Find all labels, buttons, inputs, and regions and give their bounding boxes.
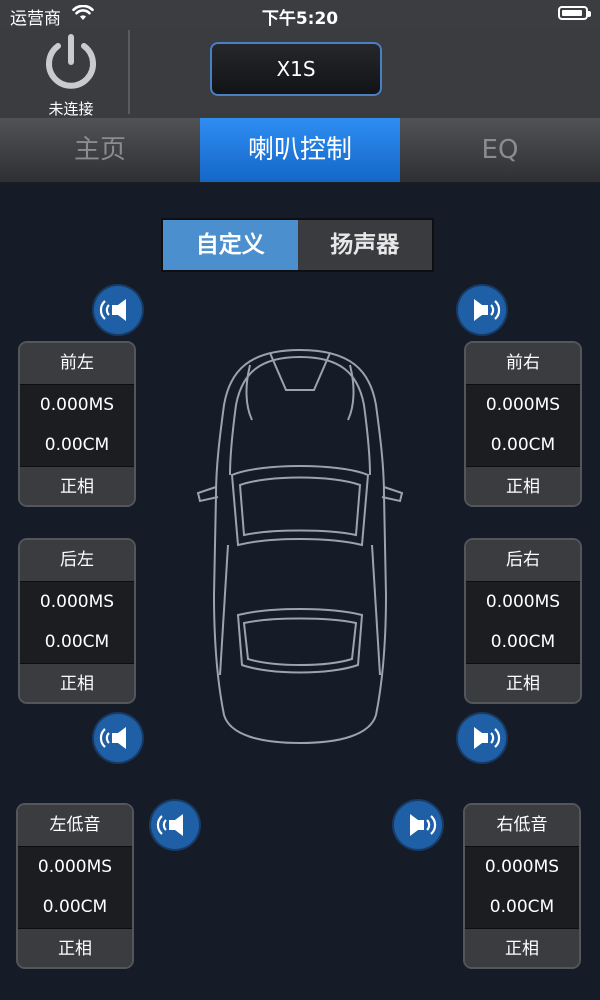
segment-speaker[interactable]: 扬声器 <box>297 220 432 270</box>
delay-value[interactable]: 0.000MS <box>20 581 134 622</box>
tab-home[interactable]: 主页 <box>0 118 200 182</box>
tab-eq[interactable]: EQ <box>400 118 600 182</box>
delay-value[interactable]: 0.000MS <box>466 581 580 622</box>
channel-card-sub-left: 左低音 0.000MS 0.00CM 正相 <box>16 803 134 969</box>
speaker-icon <box>474 727 501 749</box>
battery-icon <box>558 6 591 20</box>
connection-status-label: 未连接 <box>48 100 94 118</box>
segment-custom[interactable]: 自定义 <box>163 220 298 270</box>
delay-value[interactable]: 0.000MS <box>18 846 132 887</box>
channel-card-sub-right: 右低音 0.000MS 0.00CM 正相 <box>463 803 581 969</box>
phase-toggle[interactable]: 正相 <box>466 466 580 505</box>
channel-name: 右低音 <box>465 805 579 846</box>
clock: 下午5:20 <box>261 9 339 29</box>
speaker-rear-left-button[interactable] <box>94 714 142 762</box>
distance-value[interactable]: 0.00CM <box>18 887 132 928</box>
channel-card-front-left: 前左 0.000MS 0.00CM 正相 <box>18 341 136 507</box>
distance-value[interactable]: 0.00CM <box>466 622 580 663</box>
main-tabs: 主页 喇叭控制 EQ <box>0 118 600 183</box>
delay-value[interactable]: 0.000MS <box>465 846 579 887</box>
header-divider <box>128 30 130 114</box>
channel-card-rear-left: 后左 0.000MS 0.00CM 正相 <box>18 538 136 704</box>
mode-segment-control: 自定义 扬声器 <box>161 218 434 272</box>
phase-toggle[interactable]: 正相 <box>20 466 134 505</box>
speaker-icon <box>99 299 126 321</box>
phase-toggle[interactable]: 正相 <box>18 928 132 967</box>
distance-value[interactable]: 0.00CM <box>465 887 579 928</box>
channel-card-front-right: 前右 0.000MS 0.00CM 正相 <box>464 341 582 507</box>
channel-name: 左低音 <box>18 805 132 846</box>
speaker-rear-right-button[interactable] <box>458 714 506 762</box>
channel-name: 后右 <box>466 540 580 581</box>
speaker-icon <box>474 299 501 321</box>
speaker-front-right-button[interactable] <box>458 286 506 334</box>
speaker-icon <box>99 727 126 749</box>
power-button[interactable]: 未连接 <box>38 32 104 119</box>
phase-toggle[interactable]: 正相 <box>20 663 134 702</box>
speaker-front-left-button[interactable] <box>94 286 142 334</box>
power-icon <box>46 34 96 89</box>
device-select-button[interactable]: X1S <box>210 42 382 96</box>
app-header: 未连接 X1S <box>0 28 600 118</box>
delay-value[interactable]: 0.000MS <box>20 384 134 425</box>
tab-speaker-control[interactable]: 喇叭控制 <box>200 118 400 182</box>
delay-value[interactable]: 0.000MS <box>466 384 580 425</box>
channel-name: 前左 <box>20 343 134 384</box>
distance-value[interactable]: 0.00CM <box>20 425 134 466</box>
phase-toggle[interactable]: 正相 <box>466 663 580 702</box>
status-bar: 运营商 下午5:20 <box>0 0 600 29</box>
speaker-icon <box>410 814 437 836</box>
channel-name: 前右 <box>466 343 580 384</box>
battery-fill <box>562 10 582 16</box>
phase-toggle[interactable]: 正相 <box>465 928 579 967</box>
channel-name: 后左 <box>20 540 134 581</box>
speaker-icon <box>156 814 183 836</box>
distance-value[interactable]: 0.00CM <box>20 622 134 663</box>
car-icon <box>196 348 404 745</box>
speaker-sub-left-button[interactable] <box>151 801 199 849</box>
speaker-sub-right-button[interactable] <box>394 801 442 849</box>
distance-value[interactable]: 0.00CM <box>466 425 580 466</box>
channel-card-rear-right: 后右 0.000MS 0.00CM 正相 <box>464 538 582 704</box>
